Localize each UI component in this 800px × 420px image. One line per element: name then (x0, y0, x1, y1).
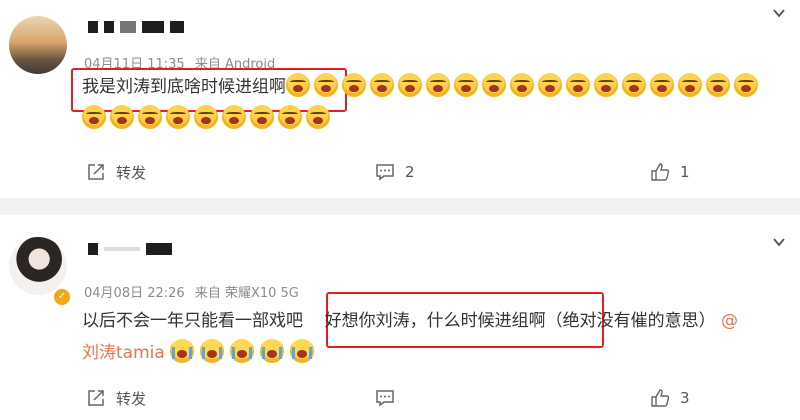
post-source: 来自 荣耀X10 5G (194, 286, 299, 301)
redaction-block (142, 21, 164, 33)
shouting-emoji-icon (306, 105, 330, 129)
crying-emoji-icon (170, 339, 195, 363)
like-count: 3 (680, 389, 690, 407)
shouting-emoji-icon (342, 73, 366, 97)
forward-button[interactable]: 转发 (86, 383, 146, 413)
like-button[interactable]: 3 (650, 383, 690, 413)
shouting-emoji-icon (398, 73, 422, 97)
comment-button[interactable]: 2 (375, 157, 415, 187)
shouting-emoji-icon (678, 73, 702, 97)
shouting-emoji-icon (566, 73, 590, 97)
weibo-comment-1: 04月11日 11:35 来自 Android 我是刘涛到底啥时候进组啊 转发 … (0, 0, 800, 198)
shouting-emoji-icon (706, 73, 730, 97)
comment-text-before: 以后不会一年只能看一部戏吧 (82, 311, 303, 331)
shouting-emoji-icon (314, 73, 338, 97)
chevron-down-icon[interactable] (772, 6, 786, 20)
shouting-emoji-icon (110, 105, 134, 129)
action-bar: 转发 3 (0, 383, 800, 413)
avatar[interactable] (9, 237, 67, 295)
shouting-emoji-icon (278, 105, 302, 129)
shouting-emoji-icon (222, 105, 246, 129)
avatar[interactable] (9, 16, 67, 74)
username-redacted[interactable] (88, 21, 184, 33)
redaction-block (120, 21, 136, 33)
redaction-block (170, 21, 184, 33)
shouting-emoji-icon (286, 73, 310, 97)
shouting-emoji-icon (370, 73, 394, 97)
post-divider (0, 198, 800, 215)
shouting-emoji-icon (250, 105, 274, 129)
username-redacted[interactable] (88, 243, 172, 255)
comment-text-after: （绝对没有催的意思） (545, 311, 716, 331)
shouting-emoji-icon (650, 73, 674, 97)
mention-link[interactable]: 刘涛tamia (82, 343, 165, 363)
weibo-comment-2: ✓ 04月08日 22:26 来自 荣耀X10 5G 以后不会一年只能看一部戏吧… (0, 215, 800, 420)
comment-count: 2 (405, 163, 415, 181)
comment-text-main: 我是刘涛到底啥时候进组啊 (82, 77, 286, 97)
comment-icon (376, 164, 394, 181)
forward-label: 转发 (116, 163, 147, 182)
crying-emoji-icon (200, 339, 225, 363)
shouting-emoji-icon (594, 73, 618, 97)
like-icon (651, 389, 670, 407)
crying-emoji-icon (290, 339, 315, 363)
mention-at[interactable]: @ (721, 311, 738, 331)
redaction-block (104, 21, 114, 33)
shouting-emoji-icon (138, 105, 162, 129)
shouting-emoji-icon (538, 73, 562, 97)
shouting-emoji-icon (454, 73, 478, 97)
verified-badge-icon: ✓ (52, 287, 72, 307)
redaction-block (104, 247, 140, 251)
emoji-row (170, 339, 320, 363)
like-button[interactable]: 1 (650, 157, 690, 187)
shouting-emoji-icon (426, 73, 450, 97)
action-bar: 转发 2 1 (0, 157, 800, 187)
chevron-down-icon[interactable] (772, 235, 786, 249)
like-count: 1 (680, 163, 690, 181)
crying-emoji-icon (260, 339, 285, 363)
post-meta: 04月08日 22:26 来自 荣耀X10 5G (84, 282, 305, 301)
shouting-emoji-icon (82, 105, 106, 129)
redaction-block (146, 243, 172, 255)
shouting-emoji-icon (482, 73, 506, 97)
crying-emoji-icon (230, 339, 255, 363)
comment-text: 以后不会一年只能看一部戏吧 好想你刘涛，什么时候进组啊（绝对没有催的意思） @ … (82, 305, 782, 369)
redaction-block (88, 243, 98, 255)
comment-text-highlight: 好想你刘涛，什么时候进组啊 (324, 311, 546, 331)
forward-button[interactable]: 转发 (86, 157, 146, 187)
forward-label: 转发 (116, 389, 147, 408)
forward-icon (88, 390, 104, 406)
shouting-emoji-icon (166, 105, 190, 129)
forward-icon (88, 164, 104, 180)
comment-icon (376, 390, 394, 407)
comment-text: 我是刘涛到底啥时候进组啊 (82, 71, 772, 135)
comment-button[interactable] (375, 383, 405, 413)
shouting-emoji-icon (622, 73, 646, 97)
shouting-emoji-icon (734, 73, 758, 97)
redaction-block (88, 21, 98, 33)
shouting-emoji-icon (510, 73, 534, 97)
post-time: 04月08日 22:26 (84, 286, 185, 301)
like-icon (651, 163, 670, 181)
shouting-emoji-icon (194, 105, 218, 129)
